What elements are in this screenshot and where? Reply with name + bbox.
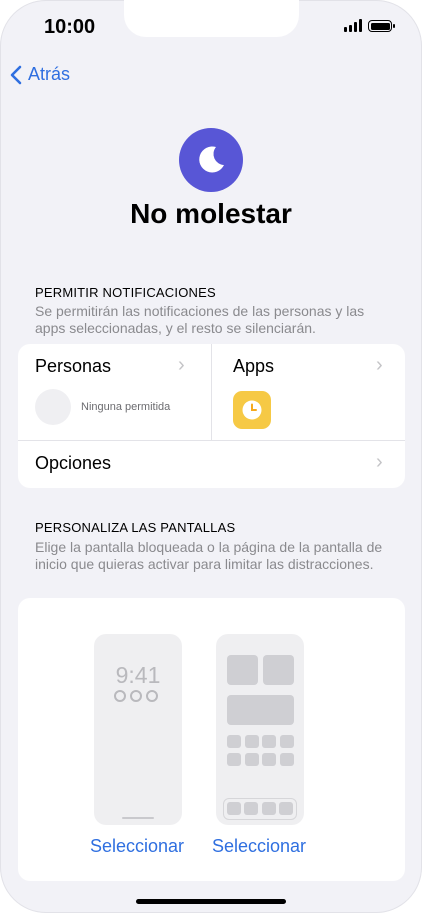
options-label: Opciones — [35, 453, 112, 473]
app-icon-placeholder — [245, 735, 259, 748]
app-icon-placeholder — [262, 753, 276, 766]
app-icon-placeholder — [280, 735, 294, 748]
notifications-card: Personas › Ninguna permitida Apps › Opci… — [18, 344, 405, 488]
select-home-screen-button[interactable]: Seleccionar — [212, 836, 306, 857]
people-label: Personas — [35, 356, 112, 376]
app-icon-placeholder — [227, 735, 241, 748]
lock-preview-widgets — [114, 690, 158, 702]
chevron-left-icon — [10, 65, 22, 84]
phone-screen: 10:00 Atrás No molestar PERMITIR NOTIFIC… — [0, 0, 422, 913]
lock-preview-time: 9:41 — [115, 662, 161, 688]
battery-icon — [368, 20, 395, 32]
home-screen-preview[interactable] — [216, 634, 304, 825]
lock-preview-home-bar — [122, 817, 154, 819]
moon-icon — [199, 146, 224, 173]
focus-icon-badge — [179, 128, 243, 192]
home-indicator — [136, 899, 286, 904]
page-title: No molestar — [130, 198, 292, 229]
status-icons — [344, 19, 395, 32]
options-row[interactable]: Opciones › — [18, 441, 405, 488]
people-status: Ninguna permitida — [81, 401, 171, 413]
app-icon-placeholder — [280, 753, 294, 766]
screens-card: 9:41 Seleccionar Seleccionar — [18, 598, 405, 881]
notifications-description: Se permitirán las notificaciones de las … — [35, 303, 365, 336]
clock-app-icon — [233, 391, 271, 429]
signal-icon — [344, 19, 362, 32]
chevron-right-icon: › — [178, 354, 185, 376]
chevron-right-icon: › — [376, 451, 383, 473]
clock-icon — [242, 400, 262, 420]
apps-label: Apps — [233, 356, 275, 376]
notifications-section-title: PERMITIR NOTIFICACIONES — [35, 285, 216, 300]
lock-screen-preview[interactable]: 9:41 — [94, 634, 182, 825]
avatar-placeholder — [35, 389, 71, 425]
back-label: Atrás — [28, 64, 71, 84]
app-icon-placeholder — [262, 735, 276, 748]
app-icon-placeholder — [245, 753, 259, 766]
notch — [124, 0, 299, 37]
widget-placeholder — [227, 655, 258, 685]
select-lock-screen-button[interactable]: Seleccionar — [90, 836, 184, 857]
app-icon-placeholder — [227, 753, 241, 766]
widget-placeholder — [263, 655, 294, 685]
chevron-right-icon: › — [376, 354, 383, 376]
widget-placeholder — [227, 695, 294, 725]
dock-placeholder — [223, 798, 297, 820]
people-cell[interactable]: Personas › Ninguna permitida — [18, 344, 211, 440]
screens-description: Elige la pantalla bloqueada o la página … — [35, 539, 383, 572]
status-time: 10:00 — [44, 16, 96, 38]
screens-section-title: PERSONALIZA LAS PANTALLAS — [35, 520, 236, 535]
back-button[interactable]: Atrás — [10, 64, 70, 85]
